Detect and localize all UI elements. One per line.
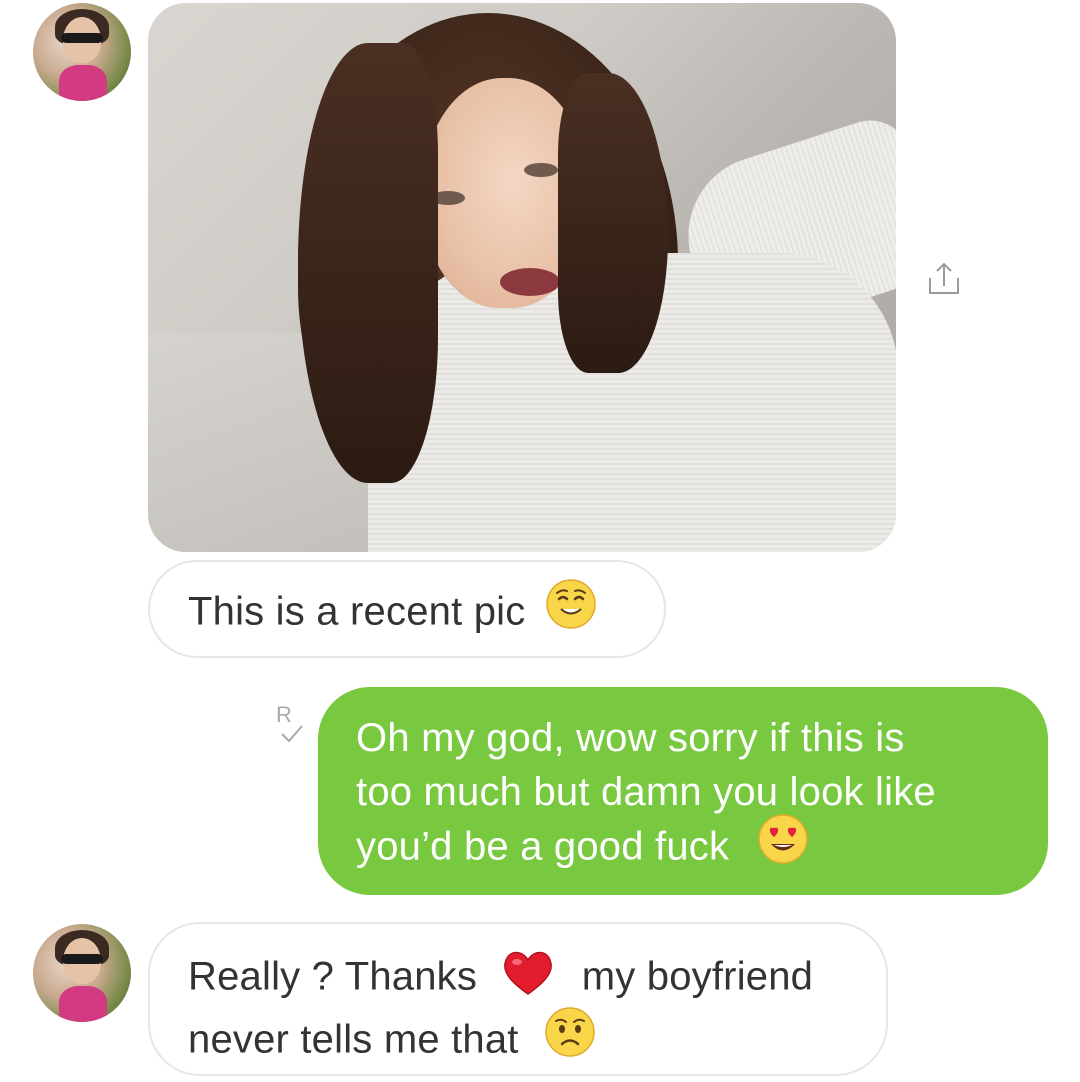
red-heart-icon	[500, 946, 556, 1012]
message-text-line-3: you’d be a good fuck	[356, 814, 1018, 879]
avatar-sunglasses	[61, 954, 103, 964]
photo-hair-left	[298, 43, 438, 483]
message-text-line-2: too much but damn you look like	[356, 770, 936, 814]
message-text-line: This is a recent pic	[188, 579, 664, 644]
worried-face-icon	[544, 1006, 596, 1072]
photo-lips	[500, 268, 560, 296]
incoming-message-bubble[interactable]: This is a recent pic	[148, 560, 666, 658]
message-text-line-2: never tells me that	[188, 1007, 856, 1072]
message-text-line-1: Oh my god, wow sorry if this is	[356, 716, 905, 760]
message-text: you’d be a good fuck	[356, 824, 730, 869]
relieved-face-icon	[545, 578, 597, 644]
message-text: This is a recent pic	[188, 589, 526, 634]
message-text-line-1: Really ? Thanks my boyfriend	[188, 946, 856, 1012]
avatar-top	[59, 986, 107, 1022]
message-text: Really ? Thanks	[188, 954, 478, 999]
read-receipt-icon: R	[272, 704, 312, 748]
share-icon[interactable]	[926, 260, 962, 296]
message-text: never tells me that	[188, 1017, 519, 1062]
message-text: my boyfriend	[581, 954, 814, 999]
incoming-message-bubble[interactable]: Really ? Thanks my boyfriend never tells…	[148, 922, 888, 1076]
contact-avatar[interactable]	[33, 924, 131, 1022]
outgoing-message-bubble[interactable]: Oh my god, wow sorry if this is too much…	[318, 687, 1048, 895]
photo-message[interactable]	[148, 3, 896, 552]
photo-eye-right	[524, 163, 558, 177]
avatar-top	[59, 65, 107, 101]
chat-screen: This is a recent pic R Oh my god, wow so…	[0, 0, 1080, 1082]
heart-eyes-face-icon	[757, 813, 809, 879]
contact-avatar[interactable]	[33, 3, 131, 101]
photo-hair-right	[558, 73, 668, 373]
avatar-sunglasses	[61, 33, 103, 43]
